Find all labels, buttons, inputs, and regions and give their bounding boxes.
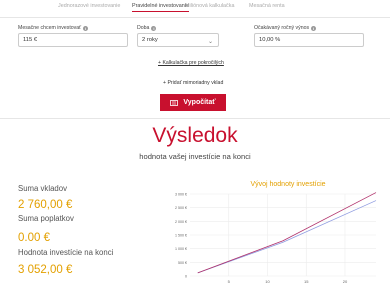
duration-label: Doba i [137,25,157,31]
calculator-icon [170,99,179,106]
info-icon[interactable]: i [151,25,157,31]
tab-monthly-rent[interactable]: Mesačná renta [249,3,285,9]
section-divider [0,118,390,119]
deposits-label: Suma vkladov [18,184,67,193]
tab-regular-investing[interactable]: Pravidelné investovanie [132,3,189,12]
y-tick-label: 3 000 € [175,193,187,197]
advanced-calculator-link[interactable]: + Kalkulačka pre pokročilých [158,60,224,66]
y-tick-label: 1 500 € [175,234,187,238]
monthly-amount-label: Mesačne chcem investovať i [18,25,89,31]
y-tick-label: 0 [185,275,187,279]
chevron-down-icon: ⌄ [207,39,213,45]
duration-select-value: 2 roky [142,37,158,43]
expected-return-input[interactable]: 10,00 % [254,33,364,47]
chart-title: Vývoj hodnoty investície [250,181,325,188]
calculator-tabs: Jednorazové investovanie Pravidelné inve… [0,3,390,15]
x-tick-label: 15 [304,279,309,284]
expected-return-label: Očakávaný ročný výnos i [254,25,317,31]
fees-label: Suma poplatkov [18,214,74,223]
result-subtitle: hodnota vašej investície na konci [139,152,251,161]
fees-value: 0.00 € [18,232,50,244]
tab-one-time-investing[interactable]: Jednorazové investovanie [58,3,120,9]
y-tick-label: 1 000 € [175,247,187,251]
deposits-value: 2 760,00 € [18,199,73,211]
result-title: Výsledok [152,124,238,147]
monthly-amount-input[interactable]: 115 € [18,33,128,47]
y-tick-label: 2 500 € [175,206,187,210]
series-line-1 [197,192,377,274]
investment-growth-chart: Vývoj hodnoty investície 0 500 € 1 000 € 1 … [175,181,377,284]
series-line-0 [197,200,377,274]
calculate-button[interactable]: Vypočítať [160,94,226,111]
y-tick-label: 2 000 € [175,220,187,224]
info-icon[interactable]: i [311,25,317,31]
final-value-label: Hodnota investície na konci [18,248,114,257]
x-tick-label: 10 [265,279,270,284]
calculate-button-label: Vypočítať [183,99,216,106]
tabs-divider [0,17,390,18]
tab-million-calculator[interactable]: Miliónová kalkulačka [185,3,234,9]
final-value: 3 052,00 € [18,264,73,276]
y-tick-label: 500 € [178,261,187,265]
add-extra-deposit-link[interactable]: + Pridať mimoriadny vklad [163,80,223,86]
x-tick-label: 20 [343,279,348,284]
x-tick-label: 5 [228,279,231,284]
info-icon[interactable]: i [83,25,89,31]
duration-select[interactable]: 2 roky ⌄ [137,33,219,47]
